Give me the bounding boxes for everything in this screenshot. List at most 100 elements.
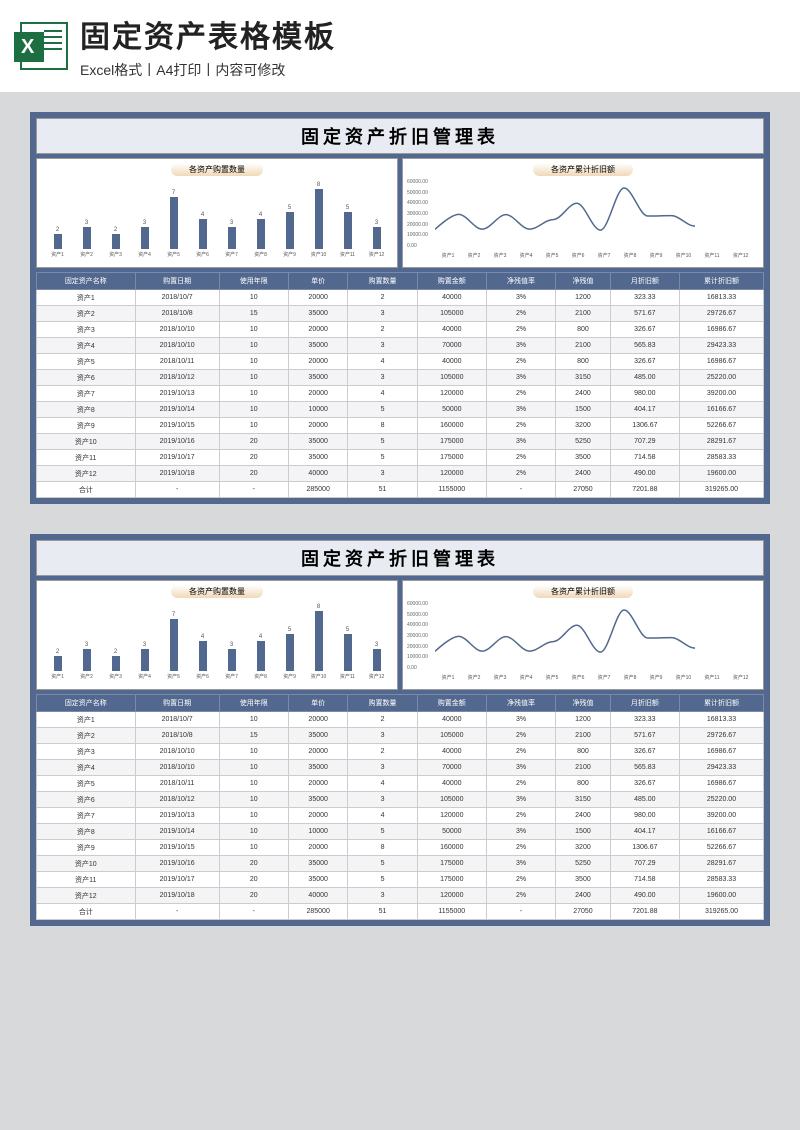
sheet-title: 固定资产折旧管理表 (36, 540, 764, 576)
bar (54, 656, 62, 671)
cell: 16986.67 (679, 354, 763, 370)
bar-item: 3资产4 (130, 220, 159, 259)
cell: 70000 (417, 760, 486, 776)
cell: 2% (486, 776, 555, 792)
cell: 800 (556, 776, 611, 792)
table-row: 资产32018/10/1010200002400002%800326.67169… (37, 744, 764, 760)
cell: 10 (219, 840, 288, 856)
cell: 3% (486, 792, 555, 808)
col-header: 固定资产名称 (37, 695, 136, 712)
cell: 35000 (288, 370, 348, 386)
cell: 565.83 (610, 338, 679, 354)
cell: 29423.33 (679, 338, 763, 354)
y-tick: 50000.00 (407, 612, 428, 618)
bar-value: 4 (259, 212, 262, 218)
cell: 3% (486, 402, 555, 418)
col-header: 使用年限 (219, 695, 288, 712)
cell: 2018/10/10 (135, 338, 219, 354)
bar-label: 资产12 (369, 673, 385, 680)
cell: 2019/10/15 (135, 418, 219, 434)
cell: 285000 (288, 904, 348, 920)
bar (170, 619, 178, 672)
x-tick: 资产12 (733, 674, 749, 681)
bar (228, 227, 236, 250)
cell: 19600.00 (679, 466, 763, 482)
cell: 20000 (288, 386, 348, 402)
cell: 3150 (556, 792, 611, 808)
bar (112, 234, 120, 249)
cell: 50000 (417, 824, 486, 840)
cell: 3% (486, 712, 555, 728)
cell: 16813.33 (679, 290, 763, 306)
cell: 1155000 (417, 482, 486, 498)
bar-value: 2 (114, 649, 117, 655)
bar-item: 5资产11 (333, 205, 362, 259)
x-tick: 资产5 (546, 252, 559, 259)
bar (286, 212, 294, 250)
cell: 10 (219, 370, 288, 386)
bar-value: 7 (172, 612, 175, 618)
bar-label: 资产12 (369, 251, 385, 258)
cell: 490.00 (610, 466, 679, 482)
cell: 3500 (556, 872, 611, 888)
cell: 319265.00 (679, 482, 763, 498)
x-tick: 资产5 (546, 674, 559, 681)
cell: 2 (348, 712, 417, 728)
cell: 485.00 (610, 370, 679, 386)
cell: 2% (486, 450, 555, 466)
bar-item: 2资产3 (101, 227, 130, 258)
cell: 合计 (37, 482, 136, 498)
table-row: 资产12018/10/710200002400003%1200323.33168… (37, 712, 764, 728)
col-header: 固定资产名称 (37, 273, 136, 290)
cell: 404.17 (610, 402, 679, 418)
x-tick: 资产8 (624, 252, 637, 259)
bar-label: 资产6 (196, 251, 209, 258)
cell: 2018/10/11 (135, 354, 219, 370)
x-tick: 资产4 (520, 674, 533, 681)
cell: 50000 (417, 402, 486, 418)
bar-label: 资产9 (283, 673, 296, 680)
cell: 资产10 (37, 434, 136, 450)
bar-item: 3资产12 (362, 220, 391, 259)
cell: 4 (348, 354, 417, 370)
spreadsheet-preview-2: 固定资产折旧管理表 各资产购置数量 2资产13资产22资产33资产47资产54资… (30, 534, 770, 926)
cell: - (486, 904, 555, 920)
cell: 1200 (556, 290, 611, 306)
cell: 2% (486, 888, 555, 904)
col-header: 净残值 (556, 695, 611, 712)
cell: 52266.67 (679, 418, 763, 434)
bar (112, 656, 120, 671)
cell: 资产8 (37, 402, 136, 418)
cell: 319265.00 (679, 904, 763, 920)
cell: 10 (219, 824, 288, 840)
x-tick: 资产6 (572, 674, 585, 681)
table-row: 资产22018/10/8153500031050002%2100571.6729… (37, 728, 764, 744)
cell: 2019/10/14 (135, 402, 219, 418)
cell: 10 (219, 418, 288, 434)
line-path (435, 188, 695, 230)
cell: 5 (348, 434, 417, 450)
bar-value: 3 (230, 220, 233, 226)
data-table: 固定资产名称购置日期使用年限单价购置数量购置金额净残值率净残值月折旧额累计折旧额… (36, 272, 764, 498)
bar-value: 3 (375, 642, 378, 648)
cell: 3% (486, 856, 555, 872)
cell: 490.00 (610, 888, 679, 904)
cell: 3% (486, 290, 555, 306)
cell: 资产6 (37, 792, 136, 808)
cell: 120000 (417, 808, 486, 824)
cell: 资产2 (37, 306, 136, 322)
cell: 35000 (288, 306, 348, 322)
cell: 5 (348, 872, 417, 888)
bar-item: 4资产8 (246, 212, 275, 258)
cell: 3500 (556, 450, 611, 466)
page-header: 固定资产表格模板 Excel格式丨A4打印丨内容可修改 (0, 0, 800, 92)
cell: 25220.00 (679, 792, 763, 808)
cell: 28583.33 (679, 450, 763, 466)
cell: 3 (348, 370, 417, 386)
bar-value: 5 (346, 205, 349, 211)
col-header: 月折旧额 (610, 273, 679, 290)
col-header: 购置金额 (417, 695, 486, 712)
bar-label: 资产3 (109, 251, 122, 258)
line-path (435, 610, 695, 652)
cell: 35000 (288, 450, 348, 466)
